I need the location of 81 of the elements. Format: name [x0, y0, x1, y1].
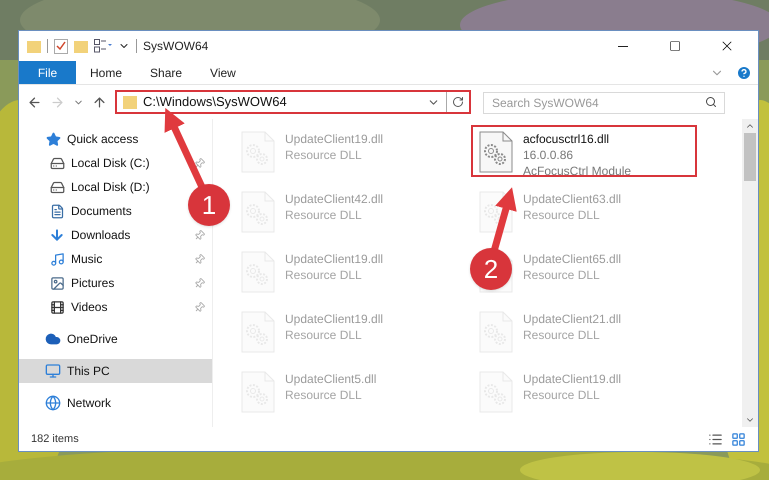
gear-document-icon [479, 191, 513, 233]
cloud-icon [45, 331, 61, 347]
file-detail: Resource DLL [523, 267, 601, 283]
file-detail: Resource DLL [285, 267, 363, 283]
item-count: 182 items [31, 432, 79, 447]
scrollbar-thumb[interactable] [744, 133, 756, 181]
navigation-item[interactable]: Videos [19, 295, 212, 319]
search-icon[interactable] [705, 96, 717, 108]
folder-icon [27, 39, 41, 53]
tiles-view-icon[interactable] [731, 432, 746, 446]
network-icon [45, 395, 61, 411]
file-detail: 16.0.0.86 [523, 147, 574, 163]
film-icon [50, 300, 64, 314]
navigation-label: OneDrive [67, 331, 119, 348]
navigation-item[interactable]: Network [19, 391, 212, 415]
ribbon-tab[interactable]: Share [136, 61, 196, 84]
navigation-label: Network [67, 395, 112, 412]
address-path: C:\Windows\SysWOW64 [143, 93, 288, 112]
navigation-item[interactable]: OneDrive [19, 327, 212, 351]
file-detail: Resource DLL [285, 327, 363, 343]
up-icon[interactable] [92, 94, 107, 110]
navigation-item[interactable]: Music [19, 247, 212, 271]
ribbon-tab[interactable]: Home [76, 61, 136, 84]
navigation-label: Local Disk (D:) [71, 179, 150, 196]
drive-icon [50, 156, 64, 170]
file-detail: Resource DLL [523, 327, 601, 343]
music-icon [50, 252, 64, 266]
navigation-label: Videos [71, 299, 108, 316]
file-name: UpdateClient19.dll [285, 131, 384, 147]
navigation-item[interactable]: Quick access [19, 127, 212, 151]
download-icon [49, 227, 65, 243]
file-detail: Resource DLL [285, 387, 363, 403]
file-detail: Resource DLL [523, 387, 601, 403]
navigation-item[interactable]: Downloads [19, 223, 212, 247]
navigation-item[interactable]: This PC [19, 359, 212, 383]
navigation-label: Documents [71, 203, 132, 220]
file-name: acfocusctrl16.dll [523, 131, 610, 147]
properties-icon [54, 38, 68, 54]
refresh-icon[interactable] [452, 96, 464, 108]
ribbon-tab[interactable]: File [19, 61, 76, 84]
address-field[interactable]: C:\Windows\SysWOW64 [115, 90, 471, 114]
scrollbar[interactable] [742, 119, 758, 427]
navigation-label: Downloads [71, 227, 132, 244]
file-detail: Resource DLL [285, 207, 363, 223]
drive-icon [50, 180, 64, 194]
file-name: UpdateClient19.dll [523, 371, 622, 387]
folder-icon [123, 96, 137, 108]
navigation-label: Quick access [67, 131, 140, 148]
file-item[interactable]: acfocusctrl16.dll 16.0.0.86 AcFocusCtrl Module [471, 125, 697, 177]
file-detail: AcFocusCtrl Module [523, 163, 632, 179]
ribbon-tab[interactable]: View [196, 61, 250, 84]
navigation-item[interactable]: Local Disk (D:) [19, 175, 176, 199]
navigation-item[interactable]: Documents [19, 199, 158, 223]
file-name: UpdateClient63.dll [523, 191, 622, 207]
document-icon [50, 204, 64, 218]
navigation-label: Music [71, 251, 104, 268]
file-name: UpdateClient21.dll [523, 311, 622, 327]
file-detail: Resource DLL [285, 147, 363, 163]
navigation-item[interactable]: Local Disk (C:) [19, 151, 212, 175]
navigation-label: This PC [67, 363, 111, 380]
maximize-icon [669, 40, 681, 52]
file-name: UpdateClient5.dll [285, 371, 376, 387]
details-view-icon[interactable] [708, 432, 723, 446]
picture-icon [50, 276, 64, 290]
navigation-label: Pictures [71, 275, 116, 292]
file-name: UpdateClient65.dll [523, 251, 622, 267]
window-title: SysWOW64 [143, 38, 208, 55]
new-folder-icon [74, 39, 88, 53]
file-name: UpdateClient19.dll [285, 251, 384, 267]
navigation-label: Local Disk (C:) [71, 155, 151, 172]
search-field[interactable]: Search SysWOW64 [483, 92, 725, 114]
star-icon [46, 132, 60, 146]
back-icon[interactable] [27, 94, 42, 110]
file-detail: Resource DLL [523, 207, 601, 223]
file-name: UpdateClient19.dll [285, 311, 384, 327]
gear-document-icon [479, 131, 513, 173]
monitor-icon [45, 363, 61, 379]
navigation-item[interactable]: Pictures [19, 271, 212, 295]
view-icon [94, 39, 112, 53]
file-name: UpdateClient42.dll [285, 191, 384, 207]
help-icon[interactable] [736, 64, 752, 80]
